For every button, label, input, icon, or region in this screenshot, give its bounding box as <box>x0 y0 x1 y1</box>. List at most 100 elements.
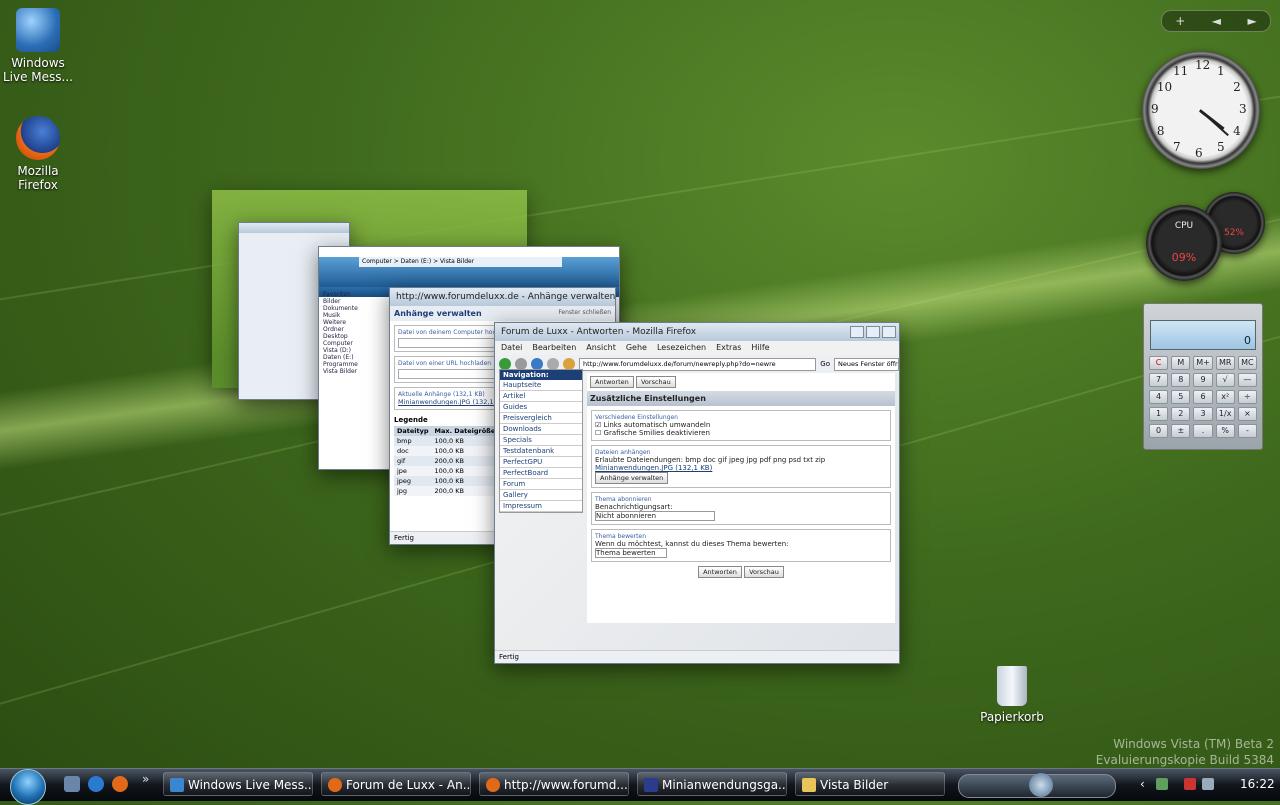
tree-item[interactable]: Daten (E:) <box>323 354 385 361</box>
calculator-key[interactable]: 3 <box>1193 407 1213 421</box>
nav-link[interactable]: Testdatenbank <box>500 446 582 457</box>
nav-link[interactable]: Downloads <box>500 424 582 435</box>
tab-preview-button[interactable]: Vorschau <box>635 376 676 388</box>
checkbox-links[interactable]: ☑ <box>595 421 604 429</box>
tree-item[interactable]: Vista Bilder <box>323 368 385 375</box>
nav-link[interactable]: Artikel <box>500 391 582 402</box>
media-player-toolbar[interactable] <box>958 773 1116 798</box>
maximize-button[interactable] <box>866 326 880 338</box>
next-page-button[interactable]: ► <box>1248 14 1257 28</box>
taskbar-button-vista-bilder[interactable]: Vista Bilder <box>795 772 945 796</box>
menu-item[interactable]: Lesezeichen <box>657 341 706 355</box>
calculator-key[interactable]: 6 <box>1193 390 1213 404</box>
tray-expand-icon[interactable]: ‹ <box>1140 777 1145 791</box>
go-button[interactable]: Go <box>820 360 830 368</box>
system-clock[interactable]: 16:22 <box>1240 777 1275 791</box>
desktop-icon-firefox[interactable]: Mozilla Firefox <box>0 116 76 192</box>
tree-item[interactable]: Favoriten <box>323 291 385 298</box>
explorer-address[interactable]: Computer > Daten (E:) > Vista Bilder <box>359 257 562 267</box>
nav-link[interactable]: Hauptseite <box>500 380 582 391</box>
tree-item[interactable]: Weitere <box>323 319 385 326</box>
previous-page-button[interactable]: ◄ <box>1212 14 1221 28</box>
internet-explorer-icon[interactable] <box>88 776 104 792</box>
play-pause-icon[interactable] <box>1029 773 1053 797</box>
tree-item[interactable]: Desktop <box>323 333 385 340</box>
calculator-key[interactable]: — <box>1237 373 1257 387</box>
firefox-quicklaunch-icon[interactable] <box>112 776 128 792</box>
volume-icon[interactable] <box>1202 778 1214 790</box>
nav-link[interactable]: Specials <box>500 435 582 446</box>
tree-item[interactable]: Musik <box>323 312 385 319</box>
add-gadget-button[interactable]: + <box>1175 14 1185 28</box>
calculator-key[interactable]: 8 <box>1171 373 1191 387</box>
flip3d-window-firefox[interactable]: Forum de Luxx - Antworten - Mozilla Fire… <box>494 322 900 664</box>
calculator-key[interactable]: C <box>1149 356 1169 370</box>
manage-attachments-button[interactable]: Anhänge verwalten <box>595 472 669 484</box>
tree-item[interactable]: Vista (D:) <box>323 347 385 354</box>
security-icon[interactable] <box>1184 778 1196 790</box>
checkbox-smilies[interactable]: ☐ <box>595 429 604 437</box>
attachment-link[interactable]: Minianwendungen.JPG (132,1 KB) <box>595 464 887 472</box>
tree-item[interactable]: Ordner <box>323 326 385 333</box>
menu-item[interactable]: Ansicht <box>586 341 616 355</box>
desktop-icon-messenger[interactable]: Windows Live Mess... <box>0 8 76 84</box>
tree-item[interactable]: Computer <box>323 340 385 347</box>
attachment-link[interactable]: Minianwendungen.JPG (132,1 KB) <box>398 398 507 406</box>
search-box[interactable]: Neues Fenster öffnen <box>834 357 899 371</box>
taskbar-button-gadgets[interactable]: Minianwendungsga... <box>637 772 787 796</box>
calculator-key[interactable]: M+ <box>1193 356 1213 370</box>
tree-item[interactable]: Programme <box>323 361 385 368</box>
calculator-key[interactable]: 5 <box>1171 390 1191 404</box>
nav-link[interactable]: PerfectBoard <box>500 468 582 479</box>
tree-item[interactable]: Bilder <box>323 298 385 305</box>
submit-preview-button[interactable]: Vorschau <box>744 566 784 578</box>
menu-item[interactable]: Bearbeiten <box>532 341 576 355</box>
subscribe-select[interactable]: Nicht abonnieren <box>595 511 715 521</box>
rating-select[interactable]: Thema bewerten <box>595 548 667 558</box>
nav-link[interactable]: Gallery <box>500 490 582 501</box>
calculator-key[interactable]: MR <box>1215 356 1235 370</box>
calculator-key[interactable]: × <box>1237 407 1257 421</box>
calculator-key[interactable]: 1/x <box>1215 407 1235 421</box>
menu-item[interactable]: Datei <box>501 341 522 355</box>
taskbar-button-forum[interactable]: Forum de Luxx - An... <box>321 772 471 796</box>
calculator-key[interactable]: 2 <box>1171 407 1191 421</box>
nav-link[interactable]: Guides <box>500 402 582 413</box>
calculator-key[interactable]: 0 <box>1149 424 1169 438</box>
calculator-key[interactable]: 4 <box>1149 390 1169 404</box>
menu-item[interactable]: Hilfe <box>751 341 769 355</box>
nav-link[interactable]: Forum <box>500 479 582 490</box>
calculator-key[interactable]: 1 <box>1149 407 1169 421</box>
desktop-icon-recycle-bin[interactable]: Papierkorb <box>980 666 1044 724</box>
show-desktop-icon[interactable] <box>64 776 80 792</box>
calculator-key[interactable]: ± <box>1171 424 1191 438</box>
close-window-link[interactable]: Fenster schließen <box>558 309 611 318</box>
nav-link[interactable]: Impressum <box>500 501 582 512</box>
calculator-key[interactable]: ÷ <box>1237 390 1257 404</box>
calculator-gadget[interactable]: 0 C M M+ MR MC 7 8 9 √ —4 5 6 x² ÷ 1 2 3 1/x × 0 ±.% - <box>1143 303 1263 450</box>
calculator-key[interactable]: % <box>1215 424 1235 438</box>
minimize-button[interactable] <box>850 326 864 338</box>
calculator-key[interactable]: . <box>1193 424 1213 438</box>
menu-item[interactable]: Gehe <box>626 341 647 355</box>
cpu-gauge[interactable]: CPU 09% <box>1146 205 1222 281</box>
quicklaunch-overflow-icon[interactable]: » <box>142 772 149 786</box>
menu-item[interactable]: Extras <box>716 341 741 355</box>
calculator-key[interactable]: 7 <box>1149 373 1169 387</box>
taskbar-button-attachments[interactable]: http://www.forumd... <box>479 772 629 796</box>
calculator-key[interactable]: - <box>1237 424 1257 438</box>
calculator-key[interactable]: x² <box>1215 390 1235 404</box>
calculator-key[interactable]: MC <box>1237 356 1257 370</box>
calculator-key[interactable]: M <box>1171 356 1191 370</box>
nav-link[interactable]: Preisvergleich <box>500 413 582 424</box>
nav-link[interactable]: PerfectGPU <box>500 457 582 468</box>
tab-answer-button[interactable]: Antworten <box>590 376 634 388</box>
network-icon[interactable] <box>1156 778 1168 790</box>
calculator-key[interactable]: 9 <box>1193 373 1213 387</box>
url-bar[interactable]: http://www.forumdeluxx.de/forum/newreply… <box>579 357 817 371</box>
tree-item[interactable]: Dokumente <box>323 305 385 312</box>
taskbar-button-messenger[interactable]: Windows Live Mess... <box>163 772 313 796</box>
clock-gadget[interactable]: 12 1 2 3 4 5 6 7 8 9 10 11 <box>1142 51 1260 169</box>
calculator-key[interactable]: √ <box>1215 373 1235 387</box>
close-button[interactable] <box>882 326 896 338</box>
